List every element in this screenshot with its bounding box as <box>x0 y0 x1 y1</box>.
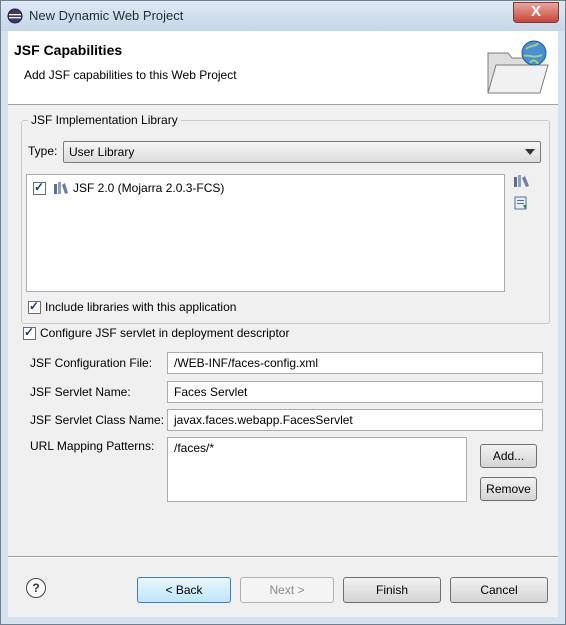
finish-button[interactable]: Finish <box>343 577 441 603</box>
page-description: Add JSF capabilities to this Web Project <box>24 68 237 82</box>
config-file-value: /WEB-INF/faces-config.xml <box>174 356 319 370</box>
include-libraries-checkbox[interactable]: ✓ <box>28 299 41 314</box>
type-label: Type: <box>28 144 58 158</box>
servlet-class-value: javax.faces.webapp.FacesServlet <box>174 413 353 427</box>
page-title: JSF Capabilities <box>14 42 123 58</box>
title-bar[interactable]: New Dynamic Web Project X <box>1 1 565 31</box>
window-title: New Dynamic Web Project <box>29 8 184 23</box>
wizard-content: JSF Capabilities Add JSF capabilities to… <box>8 31 558 617</box>
help-icon[interactable]: ? <box>26 578 46 598</box>
remove-button[interactable]: Remove <box>480 477 537 501</box>
config-file-field[interactable]: /WEB-INF/faces-config.xml <box>167 352 543 374</box>
wizard-window: New Dynamic Web Project X JSF Capabiliti… <box>0 0 566 625</box>
back-button[interactable]: < Back <box>137 577 231 603</box>
jsf-implementation-library-group: JSF Implementation Library Type: User Li… <box>21 113 550 324</box>
add-button[interactable]: Add... <box>480 444 537 468</box>
type-dropdown[interactable]: User Library <box>63 141 541 163</box>
wizard-banner: JSF Capabilities Add JSF capabilities to… <box>8 31 558 105</box>
servlet-name-field[interactable]: Faces Servlet <box>167 381 543 403</box>
manage-libraries-icon[interactable] <box>513 174 531 188</box>
list-item[interactable]: /faces/* <box>174 441 214 455</box>
include-libraries-label: Include libraries with this application <box>45 300 237 314</box>
url-patterns-label: URL Mapping Patterns: <box>30 439 155 453</box>
footer-separator <box>8 556 558 558</box>
library-icon <box>54 182 68 194</box>
servlet-class-label: JSF Servlet Class Name: <box>30 413 165 427</box>
next-button[interactable]: Next > <box>240 577 334 603</box>
servlet-name-value: Faces Servlet <box>174 385 248 399</box>
web-project-folder-icon <box>487 40 549 94</box>
close-button[interactable]: X <box>513 2 559 23</box>
servlet-name-label: JSF Servlet Name: <box>30 385 131 399</box>
group-title: JSF Implementation Library <box>28 113 181 127</box>
library-checkbox[interactable]: ✓ <box>33 180 46 195</box>
library-label: JSF 2.0 (Mojarra 2.0.3-FCS) <box>73 181 225 195</box>
config-file-label: JSF Configuration File: <box>30 356 153 370</box>
configure-servlet-label: Configure JSF servlet in deployment desc… <box>40 326 290 340</box>
configure-servlet-checkbox[interactable]: ✓ <box>23 325 36 340</box>
library-list[interactable]: ✓ JSF 2.0 (Mojarra 2.0.3-FCS) <box>26 174 505 292</box>
url-patterns-list[interactable]: /faces/* <box>167 437 467 502</box>
eclipse-app-icon <box>7 8 23 24</box>
servlet-class-field[interactable]: javax.faces.webapp.FacesServlet <box>167 409 543 431</box>
type-dropdown-value: User Library <box>69 145 135 159</box>
download-library-icon[interactable] <box>513 195 529 211</box>
chevron-down-icon <box>525 149 535 155</box>
cancel-button[interactable]: Cancel <box>450 577 548 603</box>
